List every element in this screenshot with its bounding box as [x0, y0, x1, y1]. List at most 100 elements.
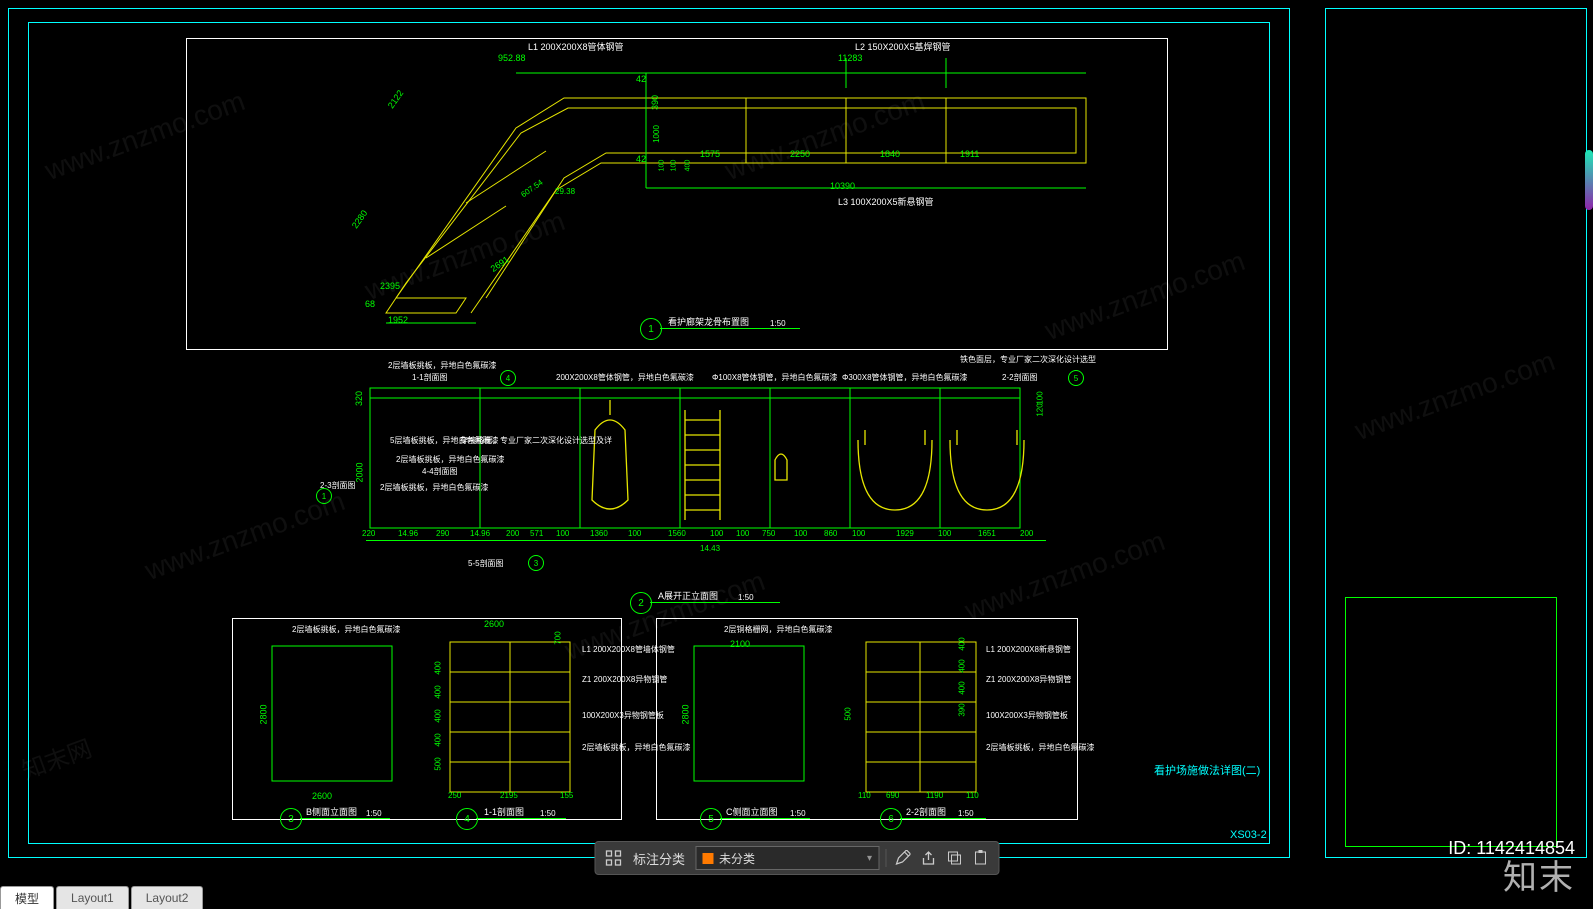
- c: 2层墙板挑板，异地白色氟碳漆: [396, 456, 504, 464]
- d: 400: [435, 709, 443, 722]
- layout-tabs: 模型 Layout1 Layout2: [0, 885, 205, 909]
- d: 100: [852, 530, 865, 538]
- callout-L3: L3 100X200X5新悬钢管: [838, 198, 934, 207]
- dim: 2395: [380, 282, 400, 291]
- d: 390: [959, 703, 967, 716]
- s: 1:50: [790, 810, 806, 818]
- c: 2层墙板挑板，异地白色氟碳漆: [292, 626, 400, 634]
- d: 250: [448, 792, 461, 800]
- d: 110: [858, 792, 871, 800]
- l: [720, 818, 810, 819]
- view2-title: A展开正立面图: [658, 592, 718, 601]
- d: 1651: [978, 530, 996, 538]
- view3-geom: [242, 626, 422, 806]
- dim: 10390: [830, 182, 855, 191]
- bubble-4: 4: [456, 808, 478, 830]
- chevron-down-icon: ▾: [867, 853, 872, 864]
- dim: 100: [670, 160, 677, 172]
- sheet-title: 看护场施做法详图(二): [1154, 766, 1260, 777]
- d: 500: [435, 757, 443, 770]
- bubble-2: 2: [630, 592, 652, 614]
- dim: 1911: [960, 150, 979, 159]
- d: 110: [966, 792, 979, 800]
- d: 2800: [260, 704, 269, 724]
- bubble-line: [650, 602, 780, 603]
- d: 571: [530, 530, 543, 538]
- dim: 1952: [388, 316, 408, 325]
- d: 690: [886, 792, 899, 800]
- d: 290: [436, 530, 449, 538]
- dim: 400: [684, 160, 691, 172]
- dim: 1000: [653, 125, 661, 143]
- s: 1:50: [540, 810, 556, 818]
- c: 100X200X3异物钢管板: [582, 712, 664, 720]
- dim: 320: [355, 391, 364, 406]
- c: 200X200X8管体钢管，异地白色氟碳漆: [556, 374, 694, 382]
- dim: 1840: [880, 150, 900, 159]
- bubble-line: [660, 328, 800, 329]
- edit-icon[interactable]: [892, 848, 912, 868]
- t: 2-2剖面图: [906, 808, 946, 817]
- view1-geometry: [186, 38, 1166, 348]
- export-icon[interactable]: [918, 848, 938, 868]
- c: L1 200X200X8新悬钢管: [986, 646, 1071, 654]
- d: 1929: [896, 530, 914, 538]
- c: Z1 200X200X8异物钢管: [582, 676, 667, 684]
- d: 14.96: [398, 530, 418, 538]
- c: 5-5剖面图: [468, 560, 504, 568]
- bub-line: [300, 818, 390, 819]
- bubble-5: 5: [700, 808, 722, 830]
- annotation-toolbar: 标注分类 未分类 ▾: [594, 841, 999, 875]
- view5-geom: [666, 626, 836, 806]
- t: C侧面立面图: [726, 808, 778, 817]
- c: Φ100X8管体钢管，异地白色氟碳漆: [712, 374, 838, 382]
- copy-icon[interactable]: [944, 848, 964, 868]
- tab-layout2[interactable]: Layout2: [131, 886, 204, 909]
- d: 400: [959, 637, 967, 650]
- view1-scale: 1:50: [770, 320, 786, 328]
- grid-icon[interactable]: [603, 848, 623, 868]
- d: 100: [556, 530, 569, 538]
- d: 400: [435, 733, 443, 746]
- s: 1:50: [958, 810, 974, 818]
- d: 2800: [682, 704, 691, 724]
- c: 穿墙格栅，专业厂家二次深化设计选型及详: [460, 437, 612, 445]
- tab-model[interactable]: 模型: [0, 886, 54, 909]
- d: 2195: [500, 792, 518, 800]
- d: 14.43: [700, 545, 720, 553]
- c: 2层铜格栅网，异地白色氟碳漆: [724, 626, 832, 634]
- d: 400: [959, 681, 967, 694]
- c: 2-2剖面图: [1002, 374, 1038, 382]
- d: 2600: [312, 792, 332, 801]
- tab-layout1[interactable]: Layout1: [56, 886, 129, 909]
- bubble-6: 6: [880, 808, 902, 830]
- d: 14.96: [470, 530, 490, 538]
- bubble-1: 1: [640, 318, 662, 340]
- sheet-frame-right-inner: [1345, 597, 1557, 847]
- d: 1360: [590, 530, 608, 538]
- d: 1560: [668, 530, 686, 538]
- c: Z1 200X200X8异物钢管: [986, 676, 1071, 684]
- d: 500: [845, 707, 853, 720]
- c: 1-1剖面图: [412, 374, 448, 382]
- dim: 29.38: [555, 188, 575, 196]
- c: 铁色面层，专业厂家二次深化设计选型: [960, 356, 1096, 364]
- category-select[interactable]: 未分类 ▾: [695, 846, 879, 870]
- dim: 100: [658, 160, 665, 172]
- d: 1190: [926, 792, 943, 800]
- sheet-no: XS03-2: [1230, 830, 1267, 841]
- dim: 2250: [790, 150, 810, 159]
- view1-title: 看护廊架龙骨布置图: [668, 318, 749, 327]
- brand-logo: 知末: [1503, 850, 1575, 899]
- dim: 952.88: [498, 54, 526, 63]
- scrollbar-right[interactable]: [1585, 150, 1593, 210]
- d: 100: [938, 530, 951, 538]
- paste-icon[interactable]: [970, 848, 990, 868]
- dim: 42: [636, 75, 646, 84]
- bub5: 5: [1068, 370, 1084, 386]
- divider: [885, 849, 886, 867]
- d: 2600: [484, 620, 504, 629]
- d: 100: [794, 530, 807, 538]
- bub1: 1: [316, 488, 332, 504]
- t: 1-1剖面图: [484, 808, 524, 817]
